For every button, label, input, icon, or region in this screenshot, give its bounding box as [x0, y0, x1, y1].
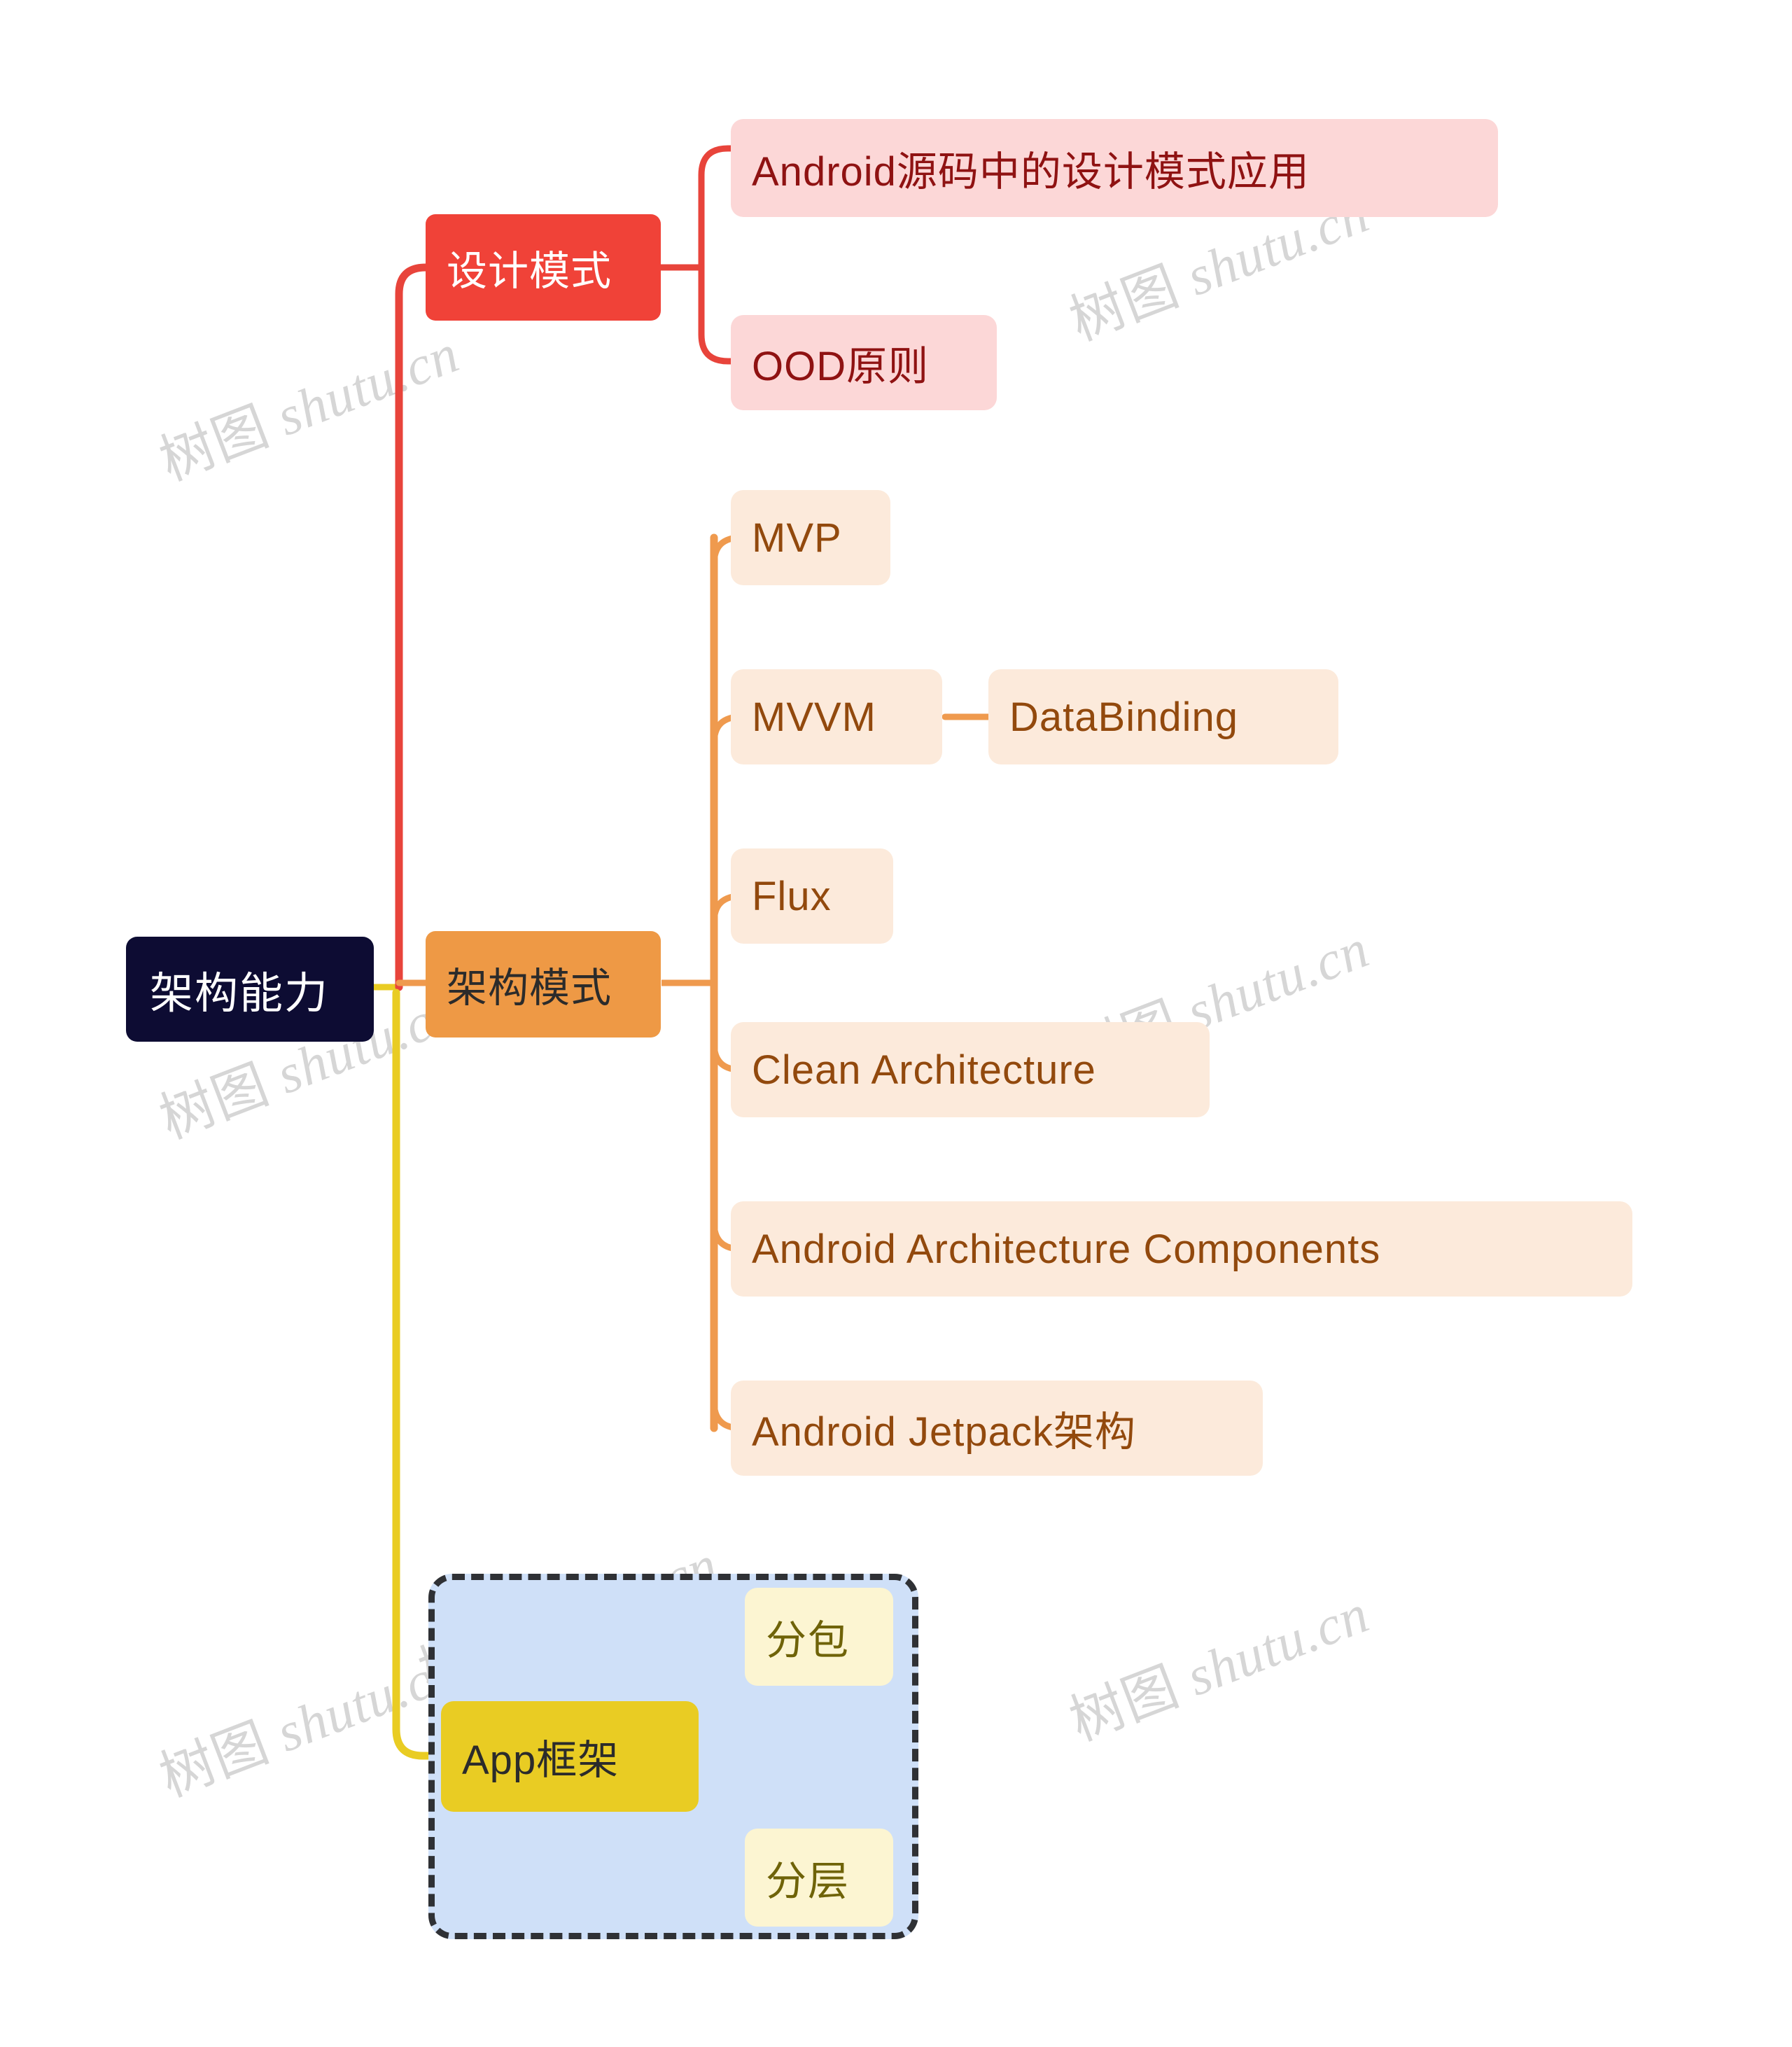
- leaf-fenbao-label: 分包: [766, 1618, 850, 1663]
- leaf-mvp-label: MVP: [752, 515, 842, 561]
- link-design-android-source: [698, 145, 737, 271]
- leaf-flux-label: Flux: [752, 873, 832, 919]
- leaf-ood-principles[interactable]: OOD原则: [731, 315, 997, 410]
- watermark: 树图 shutu.cn: [1061, 1582, 1377, 1754]
- mindmap-canvas: 树图 shutu.cn 树图 shutu.cn 树图 shutu.cn 树图 s…: [0, 0, 1792, 2047]
- watermark: 树图 shutu.cn: [151, 1638, 467, 1810]
- leaf-mvvm[interactable]: MVVM: [731, 669, 942, 764]
- leaf-clean-architecture[interactable]: Clean Architecture: [731, 1022, 1210, 1117]
- leaf-android-jetpack-label: Android Jetpack架构: [752, 1409, 1136, 1455]
- root-node-label: 架构能力: [150, 970, 330, 1018]
- root-node[interactable]: 架构能力: [126, 937, 374, 1042]
- leaf-mvp[interactable]: MVP: [731, 490, 890, 585]
- leaf-android-architecture-components[interactable]: Android Architecture Components: [731, 1201, 1632, 1297]
- branch-architecture-patterns-label: 架构模式: [447, 965, 612, 1011]
- leaf-clean-architecture-label: Clean Architecture: [752, 1047, 1096, 1093]
- leaf-fenceng-label: 分层: [766, 1859, 850, 1904]
- link-design-ood: [698, 264, 737, 365]
- branch-app-framework[interactable]: App框架: [441, 1701, 699, 1812]
- leaf-android-architecture-components-label: Android Architecture Components: [752, 1226, 1381, 1272]
- leaf-fenbao[interactable]: 分包: [745, 1588, 893, 1686]
- leaf-android-source-design-patterns-label: Android源码中的设计模式应用: [752, 149, 1310, 195]
- branch-design-patterns-label: 设计模式: [447, 249, 612, 294]
- leaf-android-source-design-patterns[interactable]: Android源码中的设计模式应用: [731, 119, 1498, 217]
- leaf-android-jetpack[interactable]: Android Jetpack架构: [731, 1381, 1263, 1476]
- leaf-fenceng[interactable]: 分层: [745, 1829, 893, 1927]
- branch-architecture-patterns[interactable]: 架构模式: [426, 931, 661, 1038]
- leaf-databinding-label: DataBinding: [1009, 694, 1238, 740]
- leaf-ood-principles-label: OOD原则: [752, 344, 930, 389]
- watermark: 树图 shutu.cn: [151, 322, 467, 494]
- leaf-databinding[interactable]: DataBinding: [988, 669, 1338, 764]
- leaf-flux[interactable]: Flux: [731, 848, 893, 944]
- branch-design-patterns[interactable]: 设计模式: [426, 214, 661, 321]
- link-root-design-patterns: [395, 263, 433, 991]
- leaf-mvvm-label: MVVM: [752, 694, 876, 740]
- branch-app-framework-label: App框架: [462, 1738, 620, 1783]
